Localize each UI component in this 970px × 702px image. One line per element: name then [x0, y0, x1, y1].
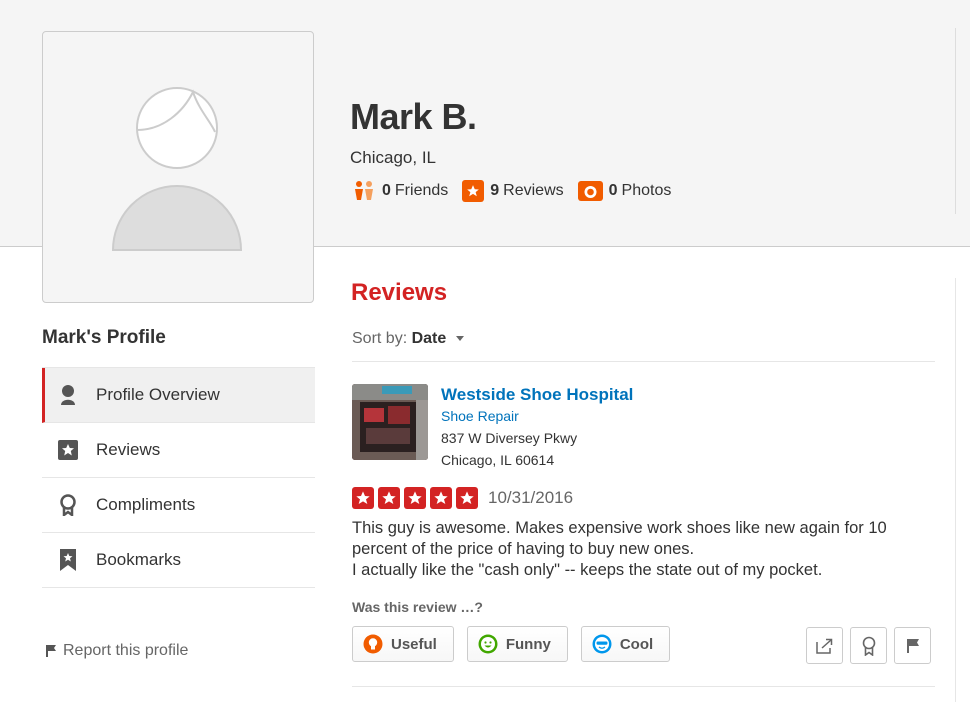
report-label: Report this profile	[63, 642, 189, 659]
bookmark-icon	[58, 549, 78, 571]
star-icon	[456, 487, 478, 509]
avatar[interactable]	[42, 31, 314, 303]
funny-label: Funny	[505, 635, 551, 653]
user-stats: 0 Friends 9 Reviews 0 Photos	[352, 180, 685, 202]
lightbulb-icon	[363, 634, 383, 654]
funny-button[interactable]: Funny	[466, 626, 568, 662]
default-avatar-icon	[111, 87, 243, 251]
camera-icon	[577, 181, 603, 201]
cool-label: Cool	[619, 635, 654, 653]
friends-count: 0	[382, 182, 391, 199]
star-icon	[378, 487, 400, 509]
divider	[352, 686, 935, 687]
flag-icon	[46, 645, 56, 657]
person-icon	[58, 384, 78, 406]
sidebar-item-bookmarks[interactable]: Bookmarks	[42, 533, 315, 588]
sidebar-heading: Mark's Profile	[42, 327, 166, 348]
flag-icon	[906, 638, 919, 653]
friends-icon	[352, 180, 376, 202]
useful-button[interactable]: Useful	[352, 626, 454, 662]
star-box-icon	[58, 439, 78, 461]
report-profile-link[interactable]: Report this profile	[46, 642, 188, 660]
compliment-button[interactable]	[850, 627, 887, 664]
divider	[352, 361, 935, 362]
sort-value: Date	[411, 330, 447, 347]
review-paragraph: I actually like the "cash only" -- keeps…	[352, 561, 823, 579]
sort-prefix: Sort by:	[352, 330, 408, 347]
storefront-photo	[352, 384, 428, 460]
sunglasses-icon	[592, 634, 612, 654]
award-icon	[58, 494, 78, 516]
review-paragraph: This guy is awesome. Makes expensive wor…	[352, 519, 887, 558]
business-address-line2: Chicago, IL 60614	[441, 452, 555, 468]
sidebar-item-label: Reviews	[96, 440, 161, 459]
sidebar-item-label: Profile Overview	[96, 385, 220, 404]
sidebar-item-label: Compliments	[96, 495, 196, 514]
sidebar-item-reviews[interactable]: Reviews	[42, 423, 315, 478]
user-name: Mark B.	[350, 96, 477, 137]
sidebar-nav: Profile Overview Reviews Compliments Boo…	[42, 367, 315, 588]
star-rating	[352, 487, 482, 509]
smiley-icon	[478, 634, 498, 654]
share-button[interactable]	[806, 627, 843, 664]
reviews-label: Reviews	[503, 182, 564, 199]
star-icon	[430, 487, 452, 509]
review-tools	[806, 627, 931, 664]
sidebar-item-label: Bookmarks	[96, 550, 182, 569]
vote-prompt: Was this review …?	[352, 599, 483, 615]
business-category-link[interactable]: Shoe Repair	[441, 408, 519, 424]
star-icon	[404, 487, 426, 509]
flag-button[interactable]	[894, 627, 931, 664]
chevron-down-icon	[455, 336, 464, 342]
cool-button[interactable]: Cool	[580, 626, 671, 662]
business-name-link[interactable]: Westside Shoe Hospital	[441, 385, 633, 405]
header-divider	[955, 28, 956, 214]
share-icon	[815, 638, 832, 654]
star-icon	[352, 487, 374, 509]
reviews-stat: 9 Reviews	[462, 180, 564, 202]
friends-label: Friends	[394, 182, 449, 199]
reviews-count: 9	[490, 182, 500, 199]
star-icon	[462, 180, 485, 202]
photos-label: Photos	[621, 182, 672, 199]
business-address-line1: 837 W Diversey Pkwy	[441, 430, 578, 446]
review-date: 10/31/2016	[488, 488, 574, 507]
reviews-heading: Reviews	[351, 279, 448, 306]
friends-stat: 0 Friends	[352, 180, 448, 202]
photos-count: 0	[608, 182, 618, 199]
business-photo[interactable]	[352, 384, 428, 460]
sidebar-item-compliments[interactable]: Compliments	[42, 478, 315, 533]
vote-buttons: Useful Funny Cool	[352, 626, 683, 662]
user-location: Chicago, IL	[350, 148, 436, 167]
content-divider	[955, 278, 956, 702]
sidebar-item-profile-overview[interactable]: Profile Overview	[42, 368, 315, 423]
sort-dropdown[interactable]: Sort by: Date	[352, 330, 464, 348]
useful-label: Useful	[391, 635, 437, 653]
compliment-icon	[862, 636, 875, 656]
photos-stat: 0 Photos	[577, 181, 672, 201]
review-text: This guy is awesome. Makes expensive wor…	[352, 518, 942, 581]
